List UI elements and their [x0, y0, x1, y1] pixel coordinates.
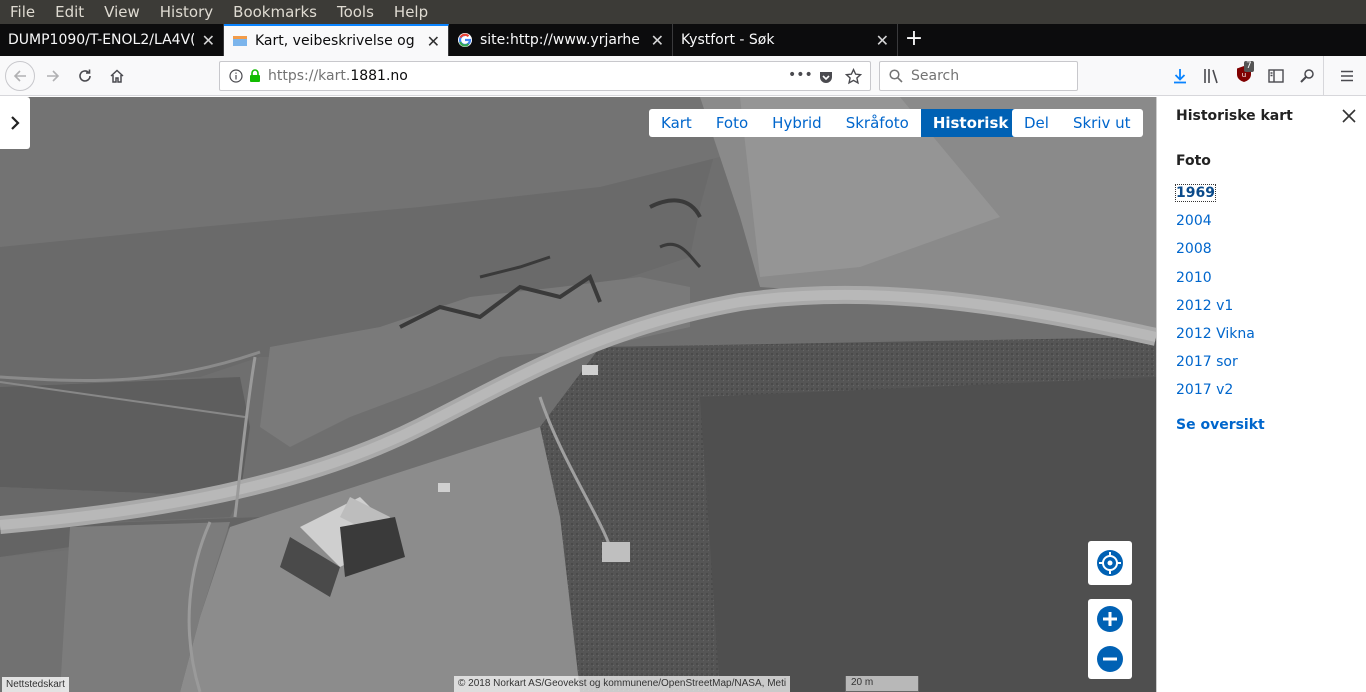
maptype-historisk-button[interactable]: Historisk	[920, 109, 1021, 137]
year-item-2012-v1[interactable]: 2012 v1	[1176, 296, 1255, 324]
svg-text:u: u	[1242, 71, 1246, 79]
year-item-2008[interactable]: 2008	[1176, 239, 1255, 267]
chevron-right-icon	[11, 116, 20, 130]
share-button[interactable]: Del	[1012, 109, 1061, 137]
zoom-control	[1088, 599, 1132, 679]
zoom-in-button[interactable]	[1088, 599, 1132, 639]
maptype-hybrid-button[interactable]: Hybrid	[760, 109, 834, 137]
developer-tools-icon[interactable]	[1299, 68, 1315, 84]
map-attribution: © 2018 Norkart AS/Geovekst og kommunene/…	[454, 676, 791, 692]
year-item-2017-v2[interactable]: 2017 v2	[1176, 380, 1255, 408]
zoom-out-button[interactable]	[1088, 639, 1132, 679]
back-button[interactable]	[5, 61, 35, 91]
close-tab-icon[interactable]: ✕	[651, 31, 664, 50]
toolbar-divider	[1323, 56, 1324, 96]
close-tab-icon[interactable]: ✕	[202, 31, 215, 50]
menu-view[interactable]: View	[94, 0, 150, 24]
menu-history[interactable]: History	[150, 0, 223, 24]
url-bar[interactable]: https://kart.1881.no •••	[219, 61, 871, 91]
search-icon	[889, 69, 903, 83]
ublock-badge: 7	[1244, 61, 1254, 72]
plus-icon	[1097, 606, 1123, 632]
menu-tools[interactable]: Tools	[327, 0, 384, 24]
year-list: 1969 2004 2008 2010 2012 v1 2012 Vikna 2…	[1175, 183, 1255, 409]
search-placeholder: Search	[911, 68, 960, 84]
close-panel-icon[interactable]	[1342, 104, 1356, 128]
expand-sidebar-button[interactable]	[0, 97, 30, 149]
forward-button[interactable]	[38, 61, 68, 91]
search-bar[interactable]: Search	[879, 61, 1078, 91]
tab-title: site:http://www.yrjarhe	[480, 32, 640, 48]
arrow-left-icon	[13, 70, 26, 82]
tab-dump1090[interactable]: DUMP1090/T-ENOL2/LA4V( ✕	[0, 24, 224, 56]
year-item-2017-sor[interactable]: 2017 sor	[1176, 352, 1255, 380]
tab-google-search[interactable]: site:http://www.yrjarhe ✕	[449, 24, 673, 56]
info-icon[interactable]	[229, 69, 243, 83]
print-button[interactable]: Skriv ut	[1061, 109, 1143, 137]
download-icon[interactable]	[1172, 68, 1188, 84]
locate-me-button[interactable]	[1088, 541, 1132, 585]
year-item-1969[interactable]: 1969	[1175, 183, 1255, 211]
pocket-icon[interactable]	[818, 69, 834, 85]
arrow-right-icon	[47, 70, 60, 82]
sidebar-toggle-icon[interactable]	[1268, 68, 1284, 84]
url-text: https://kart.1881.no	[268, 68, 408, 84]
google-icon	[458, 33, 472, 47]
close-tab-icon[interactable]: ✕	[427, 32, 440, 51]
maptype-skrafoto-button[interactable]: Skråfoto	[834, 109, 921, 137]
historical-maps-panel: Historiske kart Foto 1969 2004 2008 2010…	[1156, 97, 1366, 692]
year-item-2012-vikna[interactable]: 2012 Vikna	[1176, 324, 1255, 352]
menu-bar: File Edit View History Bookmarks Tools H…	[0, 0, 1366, 24]
menu-file[interactable]: File	[0, 0, 45, 24]
tab-title: Kart, veibeskrivelse og k	[255, 33, 419, 49]
maptype-kart-button[interactable]: Kart	[649, 109, 704, 137]
home-button[interactable]	[102, 61, 132, 91]
reload-button[interactable]	[70, 61, 100, 91]
minus-icon	[1097, 646, 1123, 672]
section-heading: Foto	[1176, 153, 1211, 169]
menu-edit[interactable]: Edit	[45, 0, 94, 24]
ublock-origin-icon[interactable]: u 7	[1236, 61, 1254, 83]
aerial-map[interactable]	[0, 97, 1156, 692]
scale-bar: 20 m	[845, 676, 919, 692]
tab-bar: DUMP1090/T-ENOL2/LA4V( ✕ Kart, veibeskri…	[0, 24, 1366, 56]
new-tab-button[interactable]: +	[898, 24, 930, 56]
historical-aerial-photo	[0, 97, 1156, 692]
maptype-foto-button[interactable]: Foto	[704, 109, 760, 137]
close-tab-icon[interactable]: ✕	[876, 31, 889, 50]
year-item-2004[interactable]: 2004	[1176, 211, 1255, 239]
library-icon[interactable]	[1203, 68, 1221, 84]
reload-icon	[79, 69, 91, 82]
bookmark-star-icon[interactable]	[845, 68, 862, 85]
year-item-2010[interactable]: 2010	[1176, 268, 1255, 296]
tab-kart[interactable]: Kart, veibeskrivelse og k ✕	[224, 24, 449, 56]
map-type-switcher: Kart Foto Hybrid Skråfoto Historisk	[649, 109, 1021, 137]
navigation-bar: https://kart.1881.no ••• Search u 7	[0, 56, 1366, 96]
tab-kystfort[interactable]: Kystfort - Søk ✕	[673, 24, 898, 56]
panel-title: Historiske kart	[1176, 108, 1293, 124]
map-favicon-icon	[233, 36, 247, 46]
site-map-link[interactable]: Nettstedskart	[2, 677, 69, 692]
menu-bookmarks[interactable]: Bookmarks	[223, 0, 327, 24]
lock-icon[interactable]	[248, 69, 262, 83]
share-actions: Del Skriv ut	[1012, 109, 1143, 137]
tab-title: DUMP1090/T-ENOL2/LA4V(	[8, 32, 194, 48]
crosshair-icon	[1097, 550, 1123, 576]
see-overview-link[interactable]: Se oversikt	[1176, 417, 1265, 433]
page-actions-icon[interactable]: •••	[788, 67, 813, 83]
home-icon	[110, 69, 124, 83]
tab-title: Kystfort - Søk	[681, 32, 775, 48]
hamburger-menu-icon[interactable]	[1339, 68, 1355, 84]
menu-help[interactable]: Help	[384, 0, 438, 24]
